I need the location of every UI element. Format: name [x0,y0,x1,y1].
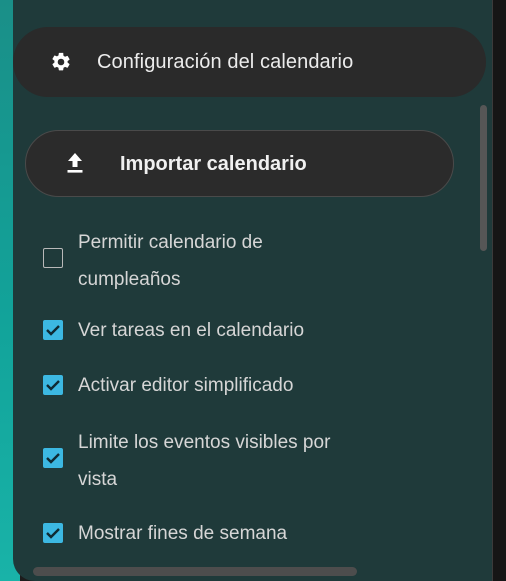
settings-header[interactable]: Configuración del calendario [13,27,486,97]
right-edge-background [492,0,506,581]
right-edge-divider [492,0,493,581]
birthday-calendar-checkbox[interactable] [43,248,63,268]
vertical-scrollbar[interactable] [480,105,487,251]
show-weekends-checkbox[interactable] [43,523,63,543]
simplified-editor-checkbox[interactable] [43,375,63,395]
birthday-calendar-label-line2: cumpleaños [78,269,181,290]
upload-icon [66,152,84,174]
limit-visible-events-label-line1: Limite los eventos visibles por [78,432,331,453]
show-tasks-checkbox[interactable] [43,320,63,340]
limit-visible-events-label-line2: vista [78,469,118,490]
show-tasks-label: Ver tareas en el calendario [78,320,305,341]
import-calendar-label: Importar calendario [120,153,307,175]
show-weekends-label: Mostrar fines de semana [78,523,288,544]
horizontal-scrollbar[interactable] [33,567,357,576]
birthday-calendar-label-line1: Permitir calendario de [78,232,263,253]
gear-icon [50,50,74,74]
simplified-editor-label: Activar editor simplificado [78,375,294,396]
limit-visible-events-checkbox[interactable] [43,448,63,468]
settings-title: Configuración del calendario [97,50,354,73]
import-calendar-button[interactable]: Importar calendario [25,130,454,197]
